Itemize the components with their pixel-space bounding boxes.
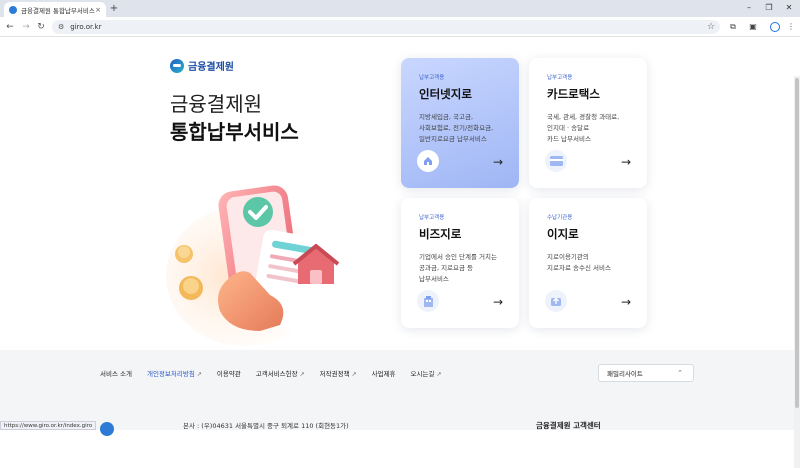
card-title: 카드로택스 xyxy=(547,87,600,101)
restore-button[interactable]: ❐ xyxy=(762,2,776,14)
card-title: 이지로 xyxy=(547,227,579,241)
chevron-up-icon: ⌃ xyxy=(677,369,683,377)
footer-link[interactable]: 서비스 소개 xyxy=(100,368,132,378)
arrow-right-icon[interactable]: → xyxy=(621,155,631,169)
card-title: 비즈지로 xyxy=(419,227,462,241)
footer-link[interactable]: 사업제휴 xyxy=(372,368,396,378)
footer-link[interactable]: 저작권정책 ↗ xyxy=(320,368,357,378)
profile-icon[interactable] xyxy=(768,20,782,34)
arrow-right-icon[interactable]: → xyxy=(493,155,503,169)
footer-logo-icon xyxy=(100,422,114,436)
url-text: giro.or.kr xyxy=(70,23,102,31)
bookmark-star-icon[interactable]: ☆ xyxy=(704,20,718,34)
family-site-label: 패밀리사이트 xyxy=(607,370,643,378)
upload-icon xyxy=(545,290,567,312)
browser-tab[interactable]: 금융결제원 통합납부서비스 × xyxy=(4,2,106,17)
footer-address: 본사 : (우)04631 서울특별시 중구 퇴계로 110 (회현동1가) xyxy=(183,422,349,430)
extensions-icon[interactable]: ⧉ xyxy=(726,20,740,34)
card-description: 국세, 관세, 경찰청 과태료, 인지대 · 송달료 카드 납부서비스 xyxy=(547,113,620,143)
favicon-icon xyxy=(9,5,17,14)
tab-title: 금융결제원 통합납부서비스 xyxy=(21,6,95,15)
payment-illustration xyxy=(166,185,340,346)
site-logo[interactable]: 금융결제원 xyxy=(170,58,234,73)
logo-text: 금융결제원 xyxy=(188,62,234,73)
footer: 서비스 소개 개인정보처리방침 ↗ 이용약관 고객서비스헌장 ↗ 저작권정책 ↗ 사업… xyxy=(0,350,800,436)
card-card-ro-tax[interactable]: 납부고객용 카드로택스 국세, 관세, 경찰청 과태료, 인지대 · 송달료 카… xyxy=(529,58,647,188)
reload-icon[interactable]: ↻ xyxy=(34,20,48,34)
forward-icon[interactable]: → xyxy=(19,20,33,34)
logo-mark-icon xyxy=(170,58,184,73)
card-internet-giro[interactable]: 납부고객용 인터넷지로 지방세입금, 국고금, 사회보험료, 전기/전화요금, … xyxy=(401,58,519,188)
tab-close-icon[interactable]: × xyxy=(95,6,101,14)
minimize-button[interactable]: – xyxy=(742,2,756,14)
arrow-right-icon[interactable]: → xyxy=(493,295,503,309)
hero-title-line1: 금융결제원 xyxy=(170,92,262,116)
external-link-icon: ↗ xyxy=(299,371,305,378)
card-tag: 납부고객용 xyxy=(547,75,573,81)
page-content: 금융결제원 금융결제원 통합납부서비스 납부고객용 인터넷지로 지방세입금, 국… xyxy=(0,38,800,468)
footer-nav: 서비스 소개 개인정보처리방침 ↗ 이용약관 고객서비스헌장 ↗ 저작권정책 ↗ 사업… xyxy=(100,368,441,378)
page-scrollbar[interactable] xyxy=(794,76,800,468)
footer-link[interactable]: 이용약관 xyxy=(217,368,241,378)
sidepanel-icon[interactable]: ▣ xyxy=(746,20,760,34)
card-icon xyxy=(545,150,567,172)
external-link-icon: ↗ xyxy=(436,371,442,378)
card-tag: 수납기관용 xyxy=(547,215,573,221)
card-tag: 납부고객용 xyxy=(419,75,445,81)
tab-strip: 금융결제원 통합납부서비스 × + – ❐ ✕ xyxy=(0,0,800,17)
customer-center-title: 금융결제원 고객센터 xyxy=(536,421,601,430)
card-description: 지방세입금, 국고금, 사회보험료, 전기/전화요금, 일반지로요금 납부서비스 xyxy=(419,113,494,143)
building-icon xyxy=(417,290,439,312)
back-icon[interactable]: ← xyxy=(3,20,17,34)
new-tab-button[interactable]: + xyxy=(108,2,120,15)
browser-toolbar: ← → ↻ ⚙ giro.or.kr ☆ ⧉ ▣ ⋮ xyxy=(0,17,800,37)
footer-link-privacy[interactable]: 개인정보처리방침 ↗ xyxy=(147,368,202,378)
status-url-bar: https://www.giro.or.kr/index.giro xyxy=(0,421,97,430)
home-icon xyxy=(417,150,439,172)
site-info-icon[interactable]: ⚙ xyxy=(58,23,64,31)
card-description: 기업에서 승인 단계를 거치는 공과금, 지로요금 등 납부서비스 xyxy=(419,253,497,283)
footer-link[interactable]: 오시는길 ↗ xyxy=(411,368,442,378)
card-description: 지로이용기관의 지로자료 송수신 서비스 xyxy=(547,253,611,272)
menu-icon[interactable]: ⋮ xyxy=(784,20,798,34)
address-bar[interactable]: ⚙ giro.or.kr xyxy=(52,20,720,34)
card-biz-giro[interactable]: 납부고객용 비즈지로 기업에서 승인 단계를 거치는 공과금, 지로요금 등 납… xyxy=(401,198,519,328)
external-link-icon: ↗ xyxy=(351,371,357,378)
scrollbar-thumb[interactable] xyxy=(795,78,799,408)
family-site-select[interactable]: 패밀리사이트 ⌃ xyxy=(598,364,694,382)
card-tag: 납부고객용 xyxy=(419,215,445,221)
card-e-giro[interactable]: 수납기관용 이지로 지로이용기관의 지로자료 송수신 서비스 → xyxy=(529,198,647,328)
hero-title-line2: 통합납부서비스 xyxy=(170,120,299,144)
arrow-right-icon[interactable]: → xyxy=(621,295,631,309)
external-link-icon: ↗ xyxy=(196,371,202,378)
window-close-button[interactable]: ✕ xyxy=(782,2,796,14)
card-title: 인터넷지로 xyxy=(419,87,472,101)
footer-link[interactable]: 고객서비스헌장 ↗ xyxy=(256,368,305,378)
